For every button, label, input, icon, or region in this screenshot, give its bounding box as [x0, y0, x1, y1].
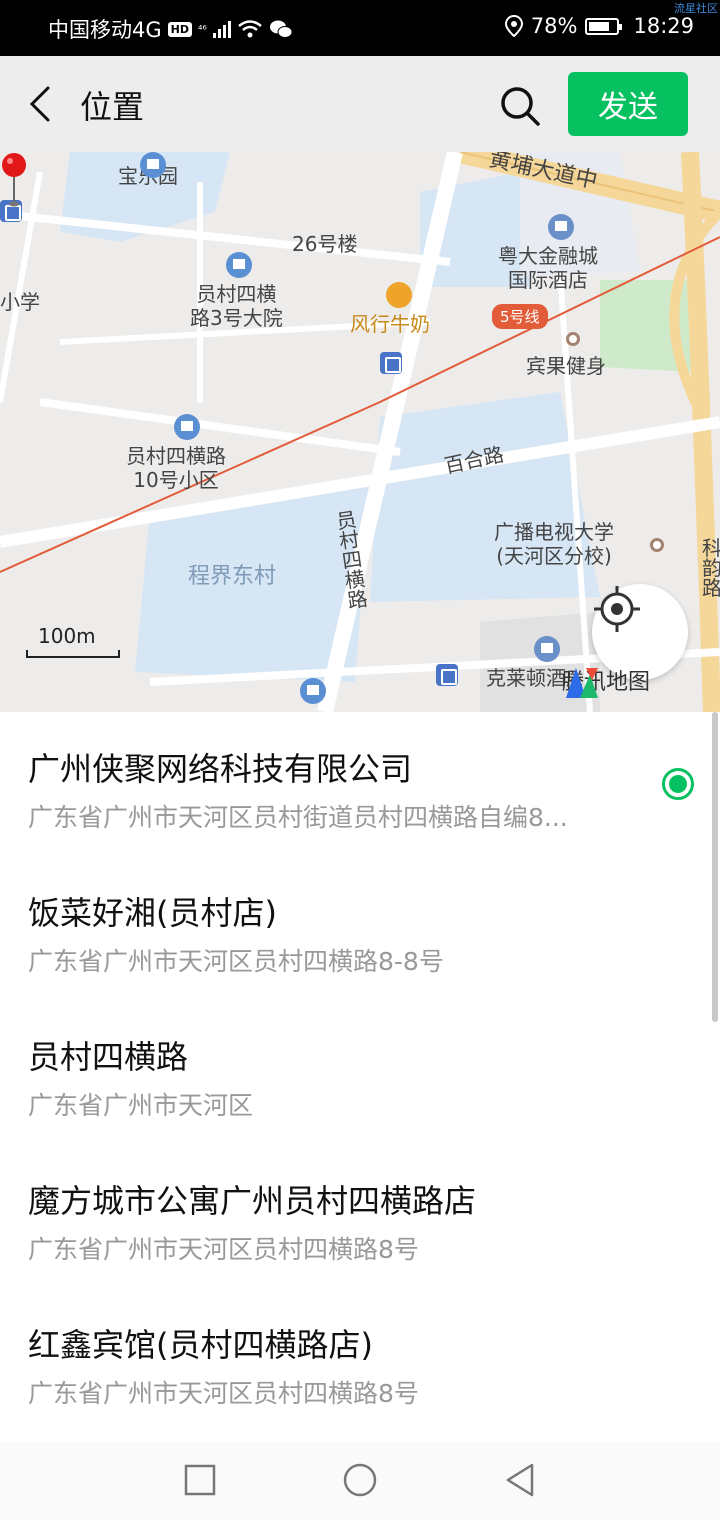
list-item[interactable]: 魔方城市公寓广州员村四横路店 广东省广州市天河区员村四横路8号: [0, 1144, 720, 1288]
wifi-icon: [238, 20, 262, 38]
home-circle-icon[interactable]: [340, 1460, 380, 1500]
list-item[interactable]: 饭菜好湘(员村店) 广东省广州市天河区员村四横路8-8号: [0, 856, 720, 1000]
clock: 18:29: [633, 14, 694, 38]
back-arrow-icon[interactable]: [22, 80, 62, 128]
wechat-icon: [269, 20, 293, 38]
page-title: 位置: [80, 88, 145, 126]
battery-icon: [585, 17, 623, 35]
location-pin-icon[interactable]: [0, 152, 28, 208]
hd-badge: HD: [167, 21, 192, 37]
metro-line-badge: 5号线: [492, 304, 548, 329]
place-name: 魔方城市公寓广州员村四横路店: [28, 1182, 477, 1220]
place-address: 广东省广州市天河区员村街道员村四横路自编8...: [28, 803, 568, 832]
map-label-chengjie: 程界东村: [188, 564, 277, 589]
map-label-jinrong-hotel: 粤大金融城 国际酒店: [498, 244, 598, 292]
map-scale: 100m: [26, 622, 120, 666]
system-nav-bar: [0, 1442, 720, 1520]
status-bar: 中国移动4G HD ⁴⁶ 78% 18:29 流星社区: [0, 0, 720, 56]
battery-percent: 78%: [530, 14, 578, 38]
place-name: 红鑫宾馆(员村四横路店): [28, 1326, 373, 1364]
header-bar: 位置 发送: [0, 56, 720, 152]
map-label-binguo: 宾果健身: [526, 354, 606, 378]
map-brand: 腾讯地图: [562, 664, 650, 698]
send-button[interactable]: 发送: [568, 72, 688, 136]
selected-radio-icon: [662, 768, 694, 800]
place-name: 饭菜好湘(员村店): [28, 894, 277, 932]
location-icon: [504, 15, 523, 37]
map-label-building26: 26号楼: [292, 232, 358, 256]
poi-home-icon: [140, 152, 166, 178]
map-label-guangbo: 广播电视大学 (天河区分校): [494, 520, 614, 568]
watermark: 流星社区: [674, 2, 718, 15]
map-label-milk: 风行牛奶: [350, 312, 430, 336]
place-address: 广东省广州市天河区: [28, 1091, 254, 1120]
back-triangle-icon[interactable]: [500, 1460, 540, 1500]
carrier-label: 中国移动4G: [48, 18, 162, 42]
place-name: 员村四横路: [28, 1038, 189, 1076]
poi-hotel-icon: [548, 214, 574, 240]
network-type: ⁴⁶: [197, 22, 207, 36]
places-list: 广州侠聚网络科技有限公司 广东省广州市天河区员村街道员村四横路自编8... 饭菜…: [0, 712, 720, 1442]
map-label-yuncun10: 员村四横路 10号小区: [126, 444, 226, 492]
poi-hotel-icon: [534, 636, 560, 662]
map-view[interactable]: 宝乐园 黄埔大道中 26号楼 粤大金融城 国际酒店 员村四横 路3号大院 风行牛…: [0, 152, 720, 712]
list-scrollbar[interactable]: [712, 712, 718, 1022]
list-item[interactable]: 员村四横路 广东省广州市天河区: [0, 1000, 720, 1144]
place-address: 广东省广州市天河区员村四横路8号: [28, 1235, 419, 1264]
poi-transit-icon: [300, 678, 326, 704]
map-label-yuncun3: 员村四横 路3号大院: [190, 282, 283, 330]
poi-home-icon: [174, 414, 200, 440]
map-label-school: 小学: [0, 290, 40, 314]
bus-stop-icon: [380, 352, 402, 374]
place-name: 广州侠聚网络科技有限公司: [28, 750, 413, 788]
list-item[interactable]: 广州侠聚网络科技有限公司 广东省广州市天河区员村街道员村四横路自编8...: [0, 712, 720, 856]
bus-stop-icon: [436, 664, 458, 686]
tencent-map-logo-icon: [566, 668, 598, 698]
search-icon[interactable]: [498, 84, 542, 128]
poi-school-icon: [650, 538, 664, 552]
scale-label: 100m: [38, 624, 96, 648]
place-address: 广东省广州市天河区员村四横路8号: [28, 1379, 419, 1408]
place-address: 广东省广州市天河区员村四横路8-8号: [28, 947, 444, 976]
poi-home-icon: [226, 252, 252, 278]
signal-icon: [212, 20, 231, 38]
recents-square-icon[interactable]: [180, 1460, 220, 1500]
map-label-right-road: 科 韵 路: [702, 536, 720, 600]
poi-shop-icon: [386, 282, 412, 308]
list-item[interactable]: 红鑫宾馆(员村四横路店) 广东省广州市天河区员村四横路8号: [0, 1288, 720, 1432]
poi-gym-icon: [566, 332, 580, 346]
crosshair-icon: [594, 586, 640, 632]
